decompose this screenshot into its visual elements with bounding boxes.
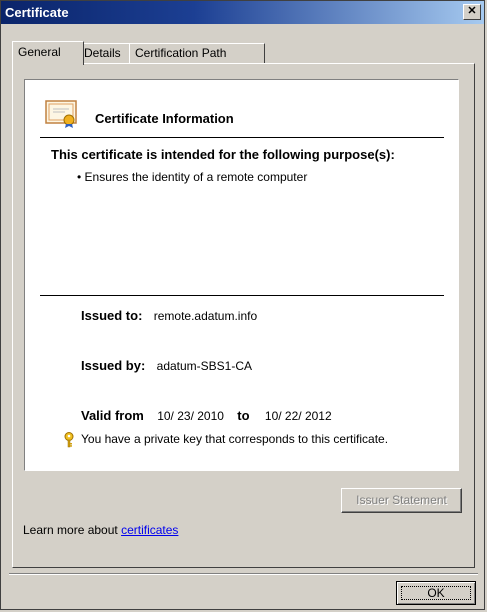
close-button[interactable]: ✕ <box>463 4 481 20</box>
issuer-statement-label: Issuer Statement <box>356 493 447 507</box>
issued-to-label: Issued to: <box>81 308 143 323</box>
private-key-note: You have a private key that corresponds … <box>81 432 389 446</box>
title-bar[interactable]: Certificate ✕ <box>1 1 484 24</box>
tab-general[interactable]: General <box>12 41 84 65</box>
issued-by-row: Issued by: adatum-SBS1-CA <box>81 358 252 373</box>
valid-from-value: 10/ 23/ 2010 <box>157 409 224 423</box>
purpose-item: • Ensures the identity of a remote compu… <box>77 170 308 184</box>
focus-rectangle <box>401 586 471 600</box>
close-icon: ✕ <box>467 5 477 17</box>
divider <box>40 295 444 296</box>
learn-more-text: Learn more about certificates <box>23 523 178 537</box>
footer-separator <box>9 573 478 575</box>
divider <box>40 137 444 138</box>
validity-row: Valid from 10/ 23/ 2010 to 10/ 22/ 2012 <box>81 408 332 423</box>
purpose-heading: This certificate is intended for the fol… <box>51 147 395 162</box>
certificates-link[interactable]: certificates <box>121 523 178 537</box>
issued-by-value: adatum-SBS1-CA <box>156 359 253 373</box>
issuer-statement-button[interactable]: Issuer Statement <box>341 488 462 513</box>
issued-to-row: Issued to: remote.adatum.info <box>81 308 257 323</box>
learn-more-prefix: Learn more about <box>23 523 122 537</box>
tab-certification-path[interactable]: Certification Path <box>129 43 265 63</box>
issued-by-label: Issued by: <box>81 358 146 373</box>
certificate-info-heading: Certificate Information <box>95 111 234 126</box>
key-icon <box>64 432 74 448</box>
window-title: Certificate <box>5 5 69 20</box>
issued-to-value: remote.adatum.info <box>153 309 258 323</box>
valid-to-label: to <box>237 408 250 423</box>
valid-to-value: 10/ 22/ 2012 <box>264 409 332 423</box>
valid-from-label: Valid from <box>81 408 144 423</box>
certificate-info-box: Certificate Information This certificate… <box>24 79 459 471</box>
certificate-icon <box>45 100 77 128</box>
certificate-dialog: Certificate ✕ General Details Certificat… <box>0 0 485 610</box>
ok-button[interactable]: OK <box>396 581 476 605</box>
